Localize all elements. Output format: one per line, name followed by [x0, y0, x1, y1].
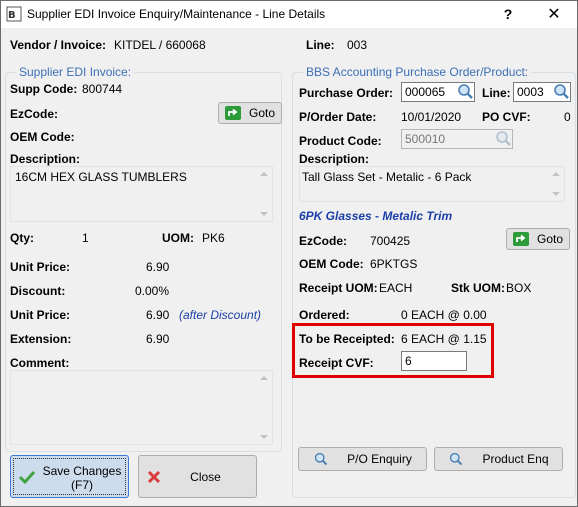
ordered-label: Ordered: — [299, 308, 350, 322]
title-bar: B Supplier EDI Invoice Enquiry/Maintenan… — [1, 1, 577, 28]
uom-label: UOM: — [162, 231, 194, 245]
right-description-label: Description: — [299, 152, 370, 166]
goto-arrow-icon — [224, 106, 241, 120]
left-ezcode-label: EzCode: — [10, 107, 58, 121]
right-description-scrollbar[interactable] — [549, 168, 563, 200]
right-description-value: Tall Glass Set - Metalic - 6 Pack — [302, 170, 472, 184]
qty-label: Qty: — [10, 231, 34, 245]
left-goto-label: Goto — [248, 106, 275, 120]
product-code-value: 500010 — [405, 132, 446, 146]
extension-value: 6.90 — [146, 332, 170, 346]
close-button[interactable]: Close — [138, 455, 257, 498]
header-line-label: Line: — [306, 38, 335, 52]
uom-value: PK6 — [202, 231, 225, 245]
unit-price-after-value: 6.90 — [146, 308, 170, 322]
po-date-label: P/Order Date: — [299, 110, 377, 124]
po-enquiry-button[interactable]: P/O Enquiry — [298, 447, 427, 471]
comment-scrollbar[interactable] — [257, 372, 271, 443]
header-line-value: 003 — [347, 38, 368, 52]
goto-arrow-icon — [512, 232, 529, 246]
po-cvf-value: 0 — [564, 110, 571, 124]
right-goto-button[interactable]: Goto — [506, 228, 570, 250]
magnifier-icon — [313, 451, 329, 467]
product-code-search-icon[interactable] — [494, 129, 513, 148]
right-oem-label: OEM Code: — [299, 257, 364, 271]
save-changes-shortcut: (F7) — [71, 478, 93, 492]
purchase-order-search-icon[interactable] — [456, 82, 475, 101]
supp-code-label: Supp Code: — [10, 82, 78, 96]
right-oem-value: 6PKTGS — [370, 257, 418, 271]
discount-label: Discount: — [10, 284, 66, 298]
purchase-order-label: Purchase Order: — [299, 86, 394, 100]
vendor-invoice-label: Vendor / Invoice: — [10, 38, 107, 52]
ordered-value: 0 EACH @ 0.00 — [401, 308, 487, 322]
right-ezcode-label: EzCode: — [299, 234, 347, 248]
comment-field[interactable] — [10, 370, 273, 445]
left-description-value: 16CM HEX GLASS TUMBLERS — [15, 170, 187, 184]
discount-value: 0.00% — [135, 284, 170, 298]
left-goto-button[interactable]: Goto — [218, 102, 282, 124]
line-details-window: B Supplier EDI Invoice Enquiry/Maintenan… — [0, 0, 578, 507]
after-discount-note: (after Discount) — [179, 308, 262, 322]
highlight-box — [292, 323, 494, 378]
help-button[interactable]: ? — [485, 1, 531, 28]
supplier-edi-invoice-title: Supplier EDI Invoice: — [16, 65, 135, 79]
svg-text:B: B — [8, 10, 16, 21]
left-oem-label: OEM Code: — [10, 130, 75, 144]
app-icon: B — [6, 6, 22, 22]
unit-price-value: 6.90 — [146, 260, 170, 274]
po-enquiry-label: P/O Enquiry — [347, 452, 412, 466]
red-x-icon — [147, 470, 161, 484]
vendor-invoice-value: KITDEL / 660068 — [114, 38, 206, 52]
product-enq-button[interactable]: Product Enq — [434, 447, 563, 471]
magnifier-icon — [448, 451, 464, 467]
save-changes-button[interactable]: Save Changes (F7) — [10, 455, 129, 498]
right-line-value: 0003 — [517, 85, 544, 99]
receipt-uom-label: Receipt UOM: — [299, 281, 378, 295]
extension-label: Extension: — [10, 332, 72, 346]
checkmark-icon — [18, 469, 36, 485]
line-search-icon[interactable] — [552, 82, 571, 101]
product-title: 6PK Glasses - Metalic Trim — [299, 209, 453, 223]
comment-label: Comment: — [10, 356, 70, 370]
receipt-uom-value: EACH — [379, 281, 413, 295]
left-description-scrollbar[interactable] — [257, 168, 271, 220]
supp-code-value: 800744 — [82, 82, 123, 96]
product-code-label: Product Code: — [299, 134, 382, 148]
qty-value: 1 — [82, 231, 89, 245]
po-date-value: 10/01/2020 — [401, 110, 462, 124]
right-description-field[interactable]: Tall Glass Set - Metalic - 6 Pack — [299, 166, 565, 202]
product-enq-label: Product Enq — [482, 452, 549, 466]
bbs-accounting-title: BBS Accounting Purchase Order/Product: — [303, 65, 532, 79]
unit-price-label: Unit Price: — [10, 260, 71, 274]
purchase-order-value: 000065 — [405, 85, 446, 99]
right-ezcode-value: 700425 — [370, 234, 411, 248]
unit-price-after-label: Unit Price: — [10, 308, 71, 322]
window-close-button[interactable]: ✕ — [531, 1, 577, 28]
left-description-field[interactable]: 16CM HEX GLASS TUMBLERS — [10, 166, 273, 222]
window-title: Supplier EDI Invoice Enquiry/Maintenance… — [27, 7, 326, 21]
po-cvf-label: PO CVF: — [482, 110, 531, 124]
close-label: Close — [190, 469, 221, 484]
save-changes-label: Save Changes — [42, 464, 122, 478]
left-description-label: Description: — [10, 152, 81, 166]
stk-uom-value: BOX — [506, 281, 532, 295]
stk-uom-label: Stk UOM: — [451, 281, 505, 295]
right-line-label: Line: — [482, 86, 511, 100]
right-goto-label: Goto — [536, 232, 563, 246]
